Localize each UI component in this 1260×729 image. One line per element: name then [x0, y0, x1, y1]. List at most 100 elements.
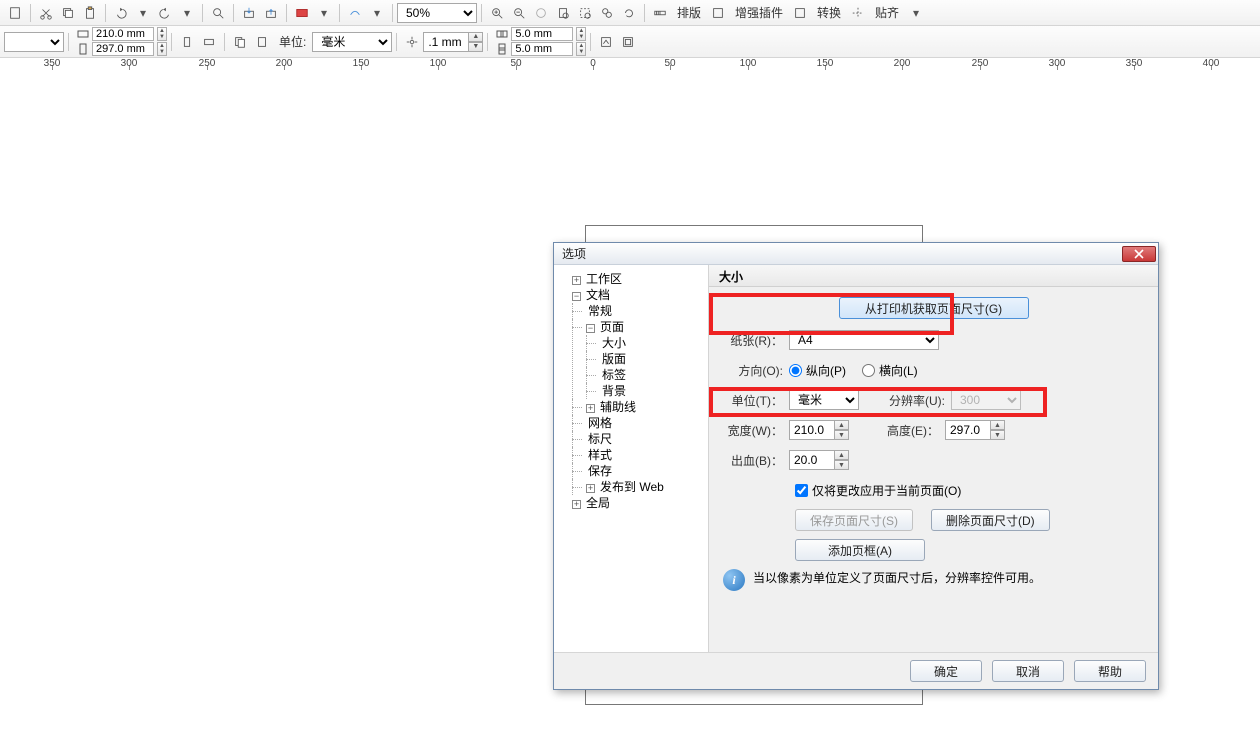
page-dimensions: 210.0 mm ▲▼ 297.0 mm ▲▼: [77, 27, 167, 56]
snap-button[interactable]: 贴齐: [869, 4, 905, 21]
expand-icon[interactable]: +: [572, 276, 581, 285]
dup-x-value[interactable]: 5.0 mm: [511, 27, 573, 41]
height-input[interactable]: [945, 420, 991, 440]
tree-rulers[interactable]: 标尺: [586, 432, 614, 446]
welcome-icon[interactable]: [344, 2, 366, 24]
welcome-drop-icon[interactable]: ▾: [366, 2, 388, 24]
dup-y-value[interactable]: 5.0 mm: [511, 42, 573, 56]
redo-icon[interactable]: [154, 2, 176, 24]
undo-icon[interactable]: [110, 2, 132, 24]
page-height-value[interactable]: 297.0 mm: [92, 42, 154, 56]
copy-icon[interactable]: [57, 2, 79, 24]
zoom-fit-icon[interactable]: [530, 2, 552, 24]
width-input[interactable]: [789, 420, 835, 440]
add-frame-button[interactable]: 添加页框(A): [795, 539, 925, 561]
expand-icon[interactable]: +: [586, 484, 595, 493]
paper-select[interactable]: A4: [789, 330, 939, 350]
tree-page[interactable]: 页面: [598, 320, 626, 334]
page-height-spinner[interactable]: ▲▼: [157, 42, 167, 56]
redo-drop-icon[interactable]: ▾: [176, 2, 198, 24]
width-spinner[interactable]: ▲▼: [789, 420, 849, 440]
tree-workspace[interactable]: 工作区: [584, 272, 624, 286]
search-icon[interactable]: [207, 2, 229, 24]
snap-drop-icon[interactable]: ▾: [905, 2, 927, 24]
nudge-input[interactable]: [423, 32, 469, 52]
property-bar: 210.0 mm ▲▼ 297.0 mm ▲▼ 单位: 毫米 ▲▼ 5.0 mm…: [0, 26, 1260, 58]
collapse-icon[interactable]: −: [572, 292, 581, 301]
dup-y-spinner[interactable]: ▲▼: [576, 42, 586, 56]
import-icon[interactable]: [238, 2, 260, 24]
zoom-page-icon[interactable]: [552, 2, 574, 24]
collapse-icon[interactable]: −: [586, 324, 595, 333]
zoom-in-icon[interactable]: [486, 2, 508, 24]
unit-select2[interactable]: 毫米: [789, 390, 859, 410]
current-page-icon[interactable]: [251, 31, 273, 53]
zoom-out-icon[interactable]: [508, 2, 530, 24]
app-drop-icon[interactable]: ▾: [313, 2, 335, 24]
convert-icon[interactable]: [789, 2, 811, 24]
cancel-button[interactable]: 取消: [992, 660, 1064, 682]
layout-button[interactable]: 排版: [671, 4, 707, 21]
undo-drop-icon[interactable]: ▾: [132, 2, 154, 24]
portrait-radio-input[interactable]: [789, 364, 802, 377]
tree-general[interactable]: 常规: [586, 304, 614, 318]
ruler-label: 350: [1126, 58, 1143, 69]
cut-icon[interactable]: [35, 2, 57, 24]
portrait-icon[interactable]: [176, 31, 198, 53]
tree-save[interactable]: 保存: [586, 464, 614, 478]
nudge-spinner[interactable]: ▲▼: [423, 32, 483, 52]
tree-guides[interactable]: 辅助线: [598, 400, 638, 414]
ruler-toggle-icon[interactable]: [649, 2, 671, 24]
help-button[interactable]: 帮助: [1074, 660, 1146, 682]
plugin-button[interactable]: 增强插件: [729, 4, 789, 21]
tree-layout[interactable]: 版面: [600, 352, 628, 366]
tree-size[interactable]: 大小: [600, 336, 628, 350]
expand-icon[interactable]: +: [586, 404, 595, 413]
tree-label[interactable]: 标签: [600, 368, 628, 382]
convert-button[interactable]: 转换: [811, 4, 847, 21]
dialog-titlebar[interactable]: 选项: [554, 243, 1158, 265]
zoom-sel-icon[interactable]: [574, 2, 596, 24]
width-label: 宽度(W)：: [723, 422, 789, 439]
bleed-input[interactable]: [789, 450, 835, 470]
new-blank-icon[interactable]: [4, 2, 26, 24]
page-width-spinner[interactable]: ▲▼: [157, 27, 167, 41]
tree-document[interactable]: 文档: [584, 288, 612, 302]
landscape-radio[interactable]: 横向(L): [862, 362, 918, 379]
tree-styles[interactable]: 样式: [586, 448, 614, 462]
app-launcher-icon[interactable]: [291, 2, 313, 24]
unit-select[interactable]: 毫米: [312, 32, 392, 52]
dup-x-spinner[interactable]: ▲▼: [576, 27, 586, 41]
landscape-icon[interactable]: [198, 31, 220, 53]
zoom-select[interactable]: 50%: [397, 3, 477, 23]
options-tree[interactable]: +工作区 −文档 常规 −页面 大小 版面 标签 背景 +辅助线: [554, 265, 709, 652]
export-icon[interactable]: [260, 2, 282, 24]
ok-button[interactable]: 确定: [910, 660, 982, 682]
portrait-radio[interactable]: 纵向(P): [789, 362, 846, 379]
refresh-icon[interactable]: [618, 2, 640, 24]
close-button[interactable]: [1122, 246, 1156, 262]
tree-background[interactable]: 背景: [600, 384, 628, 398]
zoom-all-icon[interactable]: [596, 2, 618, 24]
printer-size-button[interactable]: 从打印机获取页面尺寸(G): [839, 297, 1029, 319]
paste-icon[interactable]: [79, 2, 101, 24]
tree-publish-web[interactable]: 发布到 Web: [598, 480, 666, 494]
tree-grid[interactable]: 网格: [586, 416, 614, 430]
treat-as-icon[interactable]: [595, 31, 617, 53]
all-pages-icon[interactable]: [229, 31, 251, 53]
treat-as2-icon[interactable]: [617, 31, 639, 53]
page-preset-select[interactable]: [4, 32, 64, 52]
snap-icon[interactable]: [847, 2, 869, 24]
apply-current-input[interactable]: [795, 484, 808, 497]
separator: [481, 4, 482, 22]
height-spinner[interactable]: ▲▼: [945, 420, 1005, 440]
dialog-footer: 确定 取消 帮助: [554, 653, 1158, 689]
tree-global[interactable]: 全局: [584, 496, 612, 510]
page-width-value[interactable]: 210.0 mm: [92, 27, 154, 41]
landscape-radio-input[interactable]: [862, 364, 875, 377]
plugin-icon[interactable]: [707, 2, 729, 24]
expand-icon[interactable]: +: [572, 500, 581, 509]
bleed-spinner[interactable]: ▲▼: [789, 450, 849, 470]
delete-size-button[interactable]: 删除页面尺寸(D): [931, 509, 1050, 531]
apply-current-checkbox[interactable]: 仅将更改应用于当前页面(O): [795, 482, 961, 499]
